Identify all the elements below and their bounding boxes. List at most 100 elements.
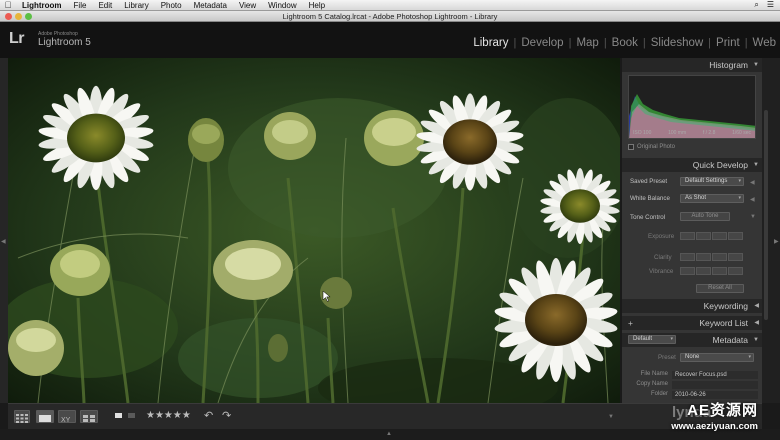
exposure-buttons[interactable]	[680, 232, 743, 240]
list-icon[interactable]: ☰	[767, 0, 774, 10]
keyword-list-title: Keyword List	[699, 318, 748, 328]
metadata-title: Metadata	[712, 335, 748, 345]
auto-tone-button[interactable]: Auto Tone	[680, 212, 730, 221]
zoom-window-icon[interactable]	[25, 13, 32, 20]
vibrance-buttons[interactable]	[680, 267, 743, 275]
metadata-view-select[interactable]: Default ▾	[628, 335, 676, 344]
copy-name-row: Copy Name	[626, 381, 758, 389]
step-button[interactable]	[728, 253, 743, 261]
step-button[interactable]	[680, 267, 695, 275]
step-button[interactable]	[712, 267, 727, 275]
disclosure-icon[interactable]: ◀	[750, 196, 755, 203]
preset-label: Preset	[658, 354, 676, 361]
menu-edit[interactable]: Edit	[92, 0, 118, 11]
histogram-header[interactable]: Histogram ▼	[622, 58, 762, 72]
menubar:  Lightroom File Edit Library Photo Meta…	[0, 0, 780, 11]
spotlight-icon[interactable]: ⌕	[754, 0, 758, 10]
module-slideshow[interactable]: Slideshow	[651, 37, 703, 49]
copy-name-value[interactable]	[672, 381, 758, 389]
white-balance-select[interactable]: As Shot ▾	[680, 194, 744, 203]
exposure-label: Exposure	[648, 233, 675, 240]
step-button[interactable]	[712, 232, 727, 240]
reject-flag-icon[interactable]	[128, 413, 135, 418]
left-panel-collapsed[interactable]: ◀	[0, 58, 8, 403]
step-button[interactable]	[680, 232, 695, 240]
loupe-view[interactable]	[8, 58, 620, 403]
rotate-left-icon[interactable]: ↶	[204, 409, 213, 422]
right-panel-scrollbar[interactable]	[764, 110, 768, 320]
step-button[interactable]	[728, 267, 743, 275]
identity-plate: Lr Adobe Photoshop Lightroom 5 Library |…	[0, 22, 780, 58]
lightroom-logo: Lr	[9, 30, 25, 47]
menu-help[interactable]: Help	[303, 0, 331, 11]
metadata-preset-select[interactable]: None ▾	[680, 353, 754, 362]
minimize-window-icon[interactable]	[15, 13, 22, 20]
disclosure-icon[interactable]: ▼	[750, 214, 756, 220]
right-panel: Histogram ▼ ISO 100 100 mm f / 2.8 1/60 …	[622, 58, 762, 403]
module-library[interactable]: Library	[473, 37, 508, 49]
add-keyword-icon[interactable]: +	[628, 316, 633, 330]
menu-view[interactable]: View	[233, 0, 262, 11]
saved-preset-value: Default Settings	[685, 178, 728, 184]
menu-library[interactable]: Library	[118, 0, 154, 11]
folder-value[interactable]: 2010-06-26	[672, 391, 758, 399]
close-window-icon[interactable]	[5, 13, 12, 20]
disclosure-icon[interactable]: ◀	[750, 179, 755, 186]
keywording-header[interactable]: Keywording ◀	[622, 299, 762, 313]
metadata-header[interactable]: Default ▾ Metadata ▼	[622, 333, 762, 347]
menu-metadata[interactable]: Metadata	[188, 0, 233, 11]
loupe-view-button[interactable]	[36, 410, 54, 423]
quick-develop-header[interactable]: Quick Develop ▼	[622, 158, 762, 172]
menu-photo[interactable]: Photo	[155, 0, 188, 11]
clarity-buttons[interactable]	[680, 253, 743, 261]
right-panel-toggle-icon[interactable]: ▶	[774, 238, 779, 245]
module-web[interactable]: Web	[753, 37, 776, 49]
module-map[interactable]: Map	[576, 37, 598, 49]
step-button[interactable]	[712, 253, 727, 261]
auto-tone-label: Auto Tone	[691, 213, 719, 219]
collapse-arrow-icon[interactable]: ▼	[753, 333, 759, 347]
collapse-arrow-icon[interactable]: ▼	[753, 158, 759, 172]
window-title: Lightroom 5 Catalog.lrcat - Adobe Photos…	[282, 12, 498, 21]
histogram-info: ISO 100 100 mm f / 2.8 1/60 sec	[633, 130, 751, 136]
original-photo-checkbox[interactable]	[628, 144, 634, 150]
step-button[interactable]	[696, 232, 711, 240]
compare-view-button[interactable]: XY	[58, 410, 76, 424]
step-button[interactable]	[696, 267, 711, 275]
module-separator: |	[708, 37, 712, 49]
collapse-arrow-icon[interactable]: ▼	[753, 58, 759, 72]
module-develop[interactable]: Develop	[521, 37, 563, 49]
keyword-list-header[interactable]: + Keyword List ◀	[622, 316, 762, 330]
collapse-arrow-icon[interactable]: ◀	[754, 299, 759, 313]
menu-window[interactable]: Window	[262, 0, 302, 11]
menu-file[interactable]: File	[68, 0, 93, 11]
shutter-speed: 1/60 sec	[732, 130, 751, 136]
compare-view-icon: XY	[61, 417, 71, 424]
file-name-value[interactable]: Recover Focus.psd	[672, 371, 758, 379]
module-book[interactable]: Book	[612, 37, 638, 49]
apple-icon[interactable]: 	[0, 0, 16, 10]
original-photo-toggle[interactable]: Original Photo	[628, 144, 675, 150]
left-panel-toggle-icon[interactable]: ◀	[1, 238, 6, 245]
grid-view-button[interactable]	[14, 410, 30, 423]
saved-preset-select[interactable]: Default Settings ▾	[680, 177, 744, 186]
survey-view-button[interactable]	[80, 410, 98, 423]
module-separator: |	[513, 37, 517, 49]
filmstrip-collapsed[interactable]: ▲	[0, 429, 780, 440]
collapse-arrow-icon[interactable]: ◀	[754, 316, 759, 330]
step-button[interactable]	[696, 253, 711, 261]
reset-all-button[interactable]: Reset All	[696, 284, 744, 293]
rotate-right-icon[interactable]: ↷	[222, 409, 231, 422]
menu-app[interactable]: Lightroom	[16, 0, 68, 11]
step-button[interactable]	[728, 232, 743, 240]
white-balance-value: As Shot	[685, 195, 707, 201]
metadata-view-value: Default	[633, 336, 653, 342]
filmstrip-toggle-icon[interactable]: ▲	[386, 431, 392, 437]
histogram[interactable]: ISO 100 100 mm f / 2.8 1/60 sec	[628, 75, 756, 139]
pick-flag-icon[interactable]	[115, 413, 122, 418]
star-rating[interactable]: ★★★★★	[146, 410, 191, 421]
step-button[interactable]	[680, 253, 695, 261]
metadata-preset-value: None	[685, 354, 700, 360]
module-print[interactable]: Print	[716, 37, 740, 49]
toolbar-menu-icon[interactable]: ▼	[608, 414, 614, 420]
